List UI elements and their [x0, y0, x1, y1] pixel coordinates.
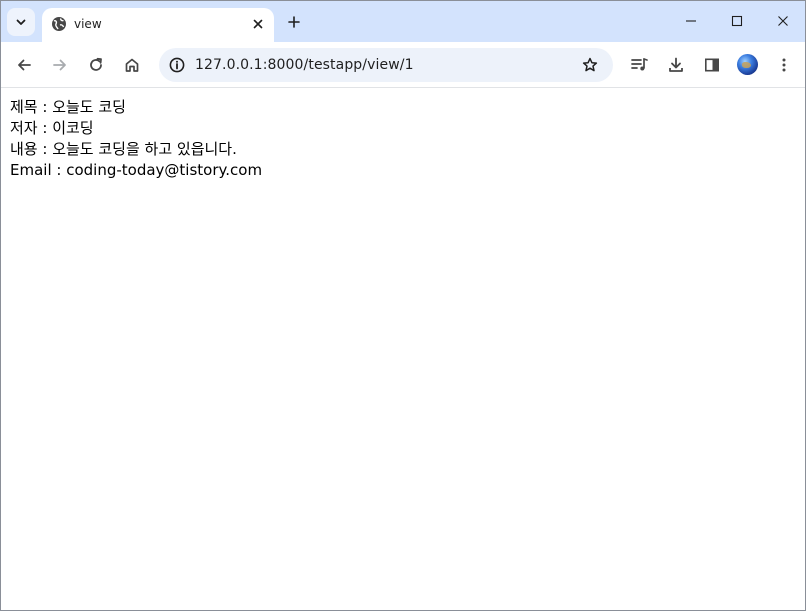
body-line: 내용 : 오늘도 코딩을 하고 있읍니다. [10, 140, 237, 158]
tab-title: view [74, 17, 102, 31]
site-info-button[interactable] [163, 51, 191, 79]
tab-close-button[interactable] [248, 14, 268, 34]
profile-avatar[interactable] [737, 54, 758, 75]
email-value: coding-today@tistory.com [66, 161, 263, 179]
download-icon [669, 57, 683, 72]
title-line: 제목 : 오늘도 코딩 [10, 98, 126, 116]
arrow-right-icon [53, 59, 66, 71]
body-value: 오늘도 코딩을 하고 있읍니다. [52, 140, 237, 158]
playlist-icon [631, 58, 648, 71]
maximize-button[interactable] [714, 1, 760, 41]
tab-strip: view [1, 1, 805, 42]
email-label: Email [10, 161, 52, 179]
url-text[interactable]: 127.0.0.1:8000/testapp/view/1 [195, 57, 414, 73]
browser-window: view 127.0.0.1:8000/testapp/view/1 제목: … [0, 0, 806, 611]
reload-icon [90, 57, 102, 71]
back-button[interactable] [10, 51, 38, 79]
body-label: 내용 [10, 140, 38, 158]
title-label: 제목 [10, 98, 38, 116]
side-panel-button[interactable] [698, 51, 726, 79]
email-line: Email : coding-today@tistory.com [10, 161, 263, 179]
info-icon [169, 57, 185, 73]
tab-search-button[interactable] [7, 8, 35, 36]
reload-button[interactable] [82, 51, 110, 79]
globe-icon [51, 16, 67, 32]
close-icon [253, 19, 263, 29]
downloads-button[interactable] [662, 51, 690, 79]
page-content: 제목 : 오늘도 코딩 저자 : 이코딩 내용 : 오늘도 코딩을 하고 있읍니… [1, 89, 805, 610]
window-close-button[interactable] [760, 1, 805, 41]
title-value: 오늘도 코딩 [52, 98, 126, 116]
toolbar: 127.0.0.1:8000/testapp/view/1 [1, 42, 805, 88]
new-tab-button[interactable] [282, 10, 306, 34]
arrow-left-icon [18, 59, 31, 71]
maximize-icon [731, 15, 743, 27]
forward-button[interactable] [46, 51, 74, 79]
chevron-down-icon [16, 19, 26, 25]
menu-button[interactable] [770, 51, 798, 79]
bookmark-button[interactable] [576, 51, 604, 79]
author-line: 저자 : 이코딩 [10, 119, 94, 137]
side-panel-icon [704, 58, 719, 72]
star-icon [582, 57, 598, 72]
plus-icon [288, 16, 300, 28]
media-control-button[interactable] [626, 51, 654, 79]
close-icon [778, 16, 788, 26]
tab-active[interactable]: view [42, 8, 274, 42]
minimize-button[interactable] [668, 1, 714, 41]
more-vertical-icon [782, 58, 786, 72]
address-bar[interactable]: 127.0.0.1:8000/testapp/view/1 [159, 48, 613, 82]
home-icon [125, 58, 139, 72]
home-button[interactable] [118, 51, 146, 79]
minimize-icon [686, 20, 696, 22]
author-value: 이코딩 [52, 119, 94, 137]
author-label: 저자 [10, 119, 38, 137]
